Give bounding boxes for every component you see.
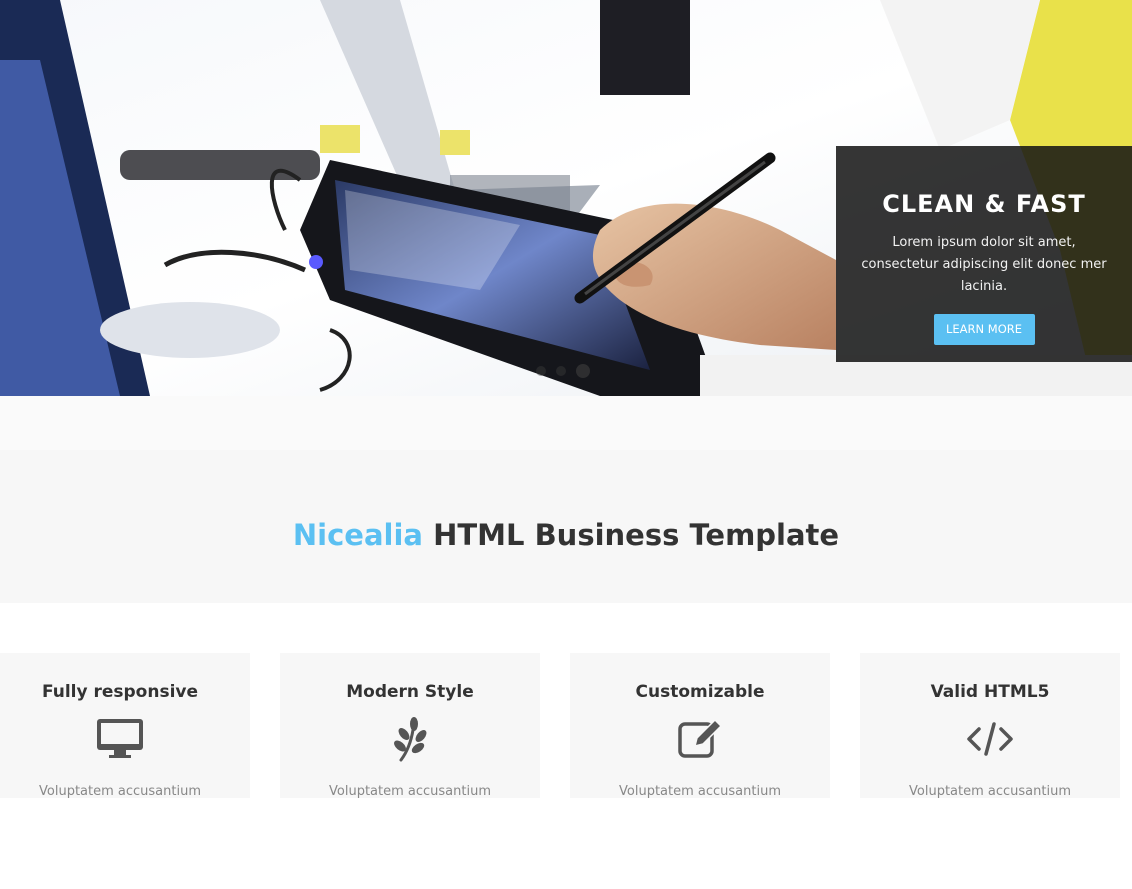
section-title-rest: HTML Business Template xyxy=(423,518,840,552)
slide-caption-title: CLEAN & FAST xyxy=(882,190,1086,218)
slide-caption: CLEAN & FAST Lorem ipsum dolor sit amet,… xyxy=(836,146,1132,362)
learn-more-button[interactable]: LEARN MORE xyxy=(933,314,1035,345)
feature-text: Voluptatem accusantium xyxy=(329,784,491,798)
leaf-icon xyxy=(394,717,427,762)
slider-dot-1[interactable] xyxy=(536,366,546,376)
feature-card-responsive: Fully responsive Voluptatem accusantium xyxy=(0,653,250,798)
feature-title: Valid HTML5 xyxy=(930,682,1050,702)
section-title-accent: Nicealia xyxy=(292,518,423,552)
slider-dot-3[interactable] xyxy=(576,364,590,378)
intro-section: Nicealia HTML Business Template xyxy=(0,450,1132,603)
feature-title: Fully responsive xyxy=(41,682,199,702)
slider-pagination xyxy=(536,364,590,378)
feature-card-modern-style: Modern Style Voluptatem accusantium xyxy=(280,653,540,798)
feature-title: Modern Style xyxy=(346,682,474,702)
slide-caption-text: Lorem ipsum dolor sit amet, consectetur … xyxy=(861,235,1107,294)
feature-text: Voluptatem accusantium xyxy=(909,784,1071,798)
feature-text: Voluptatem accusantium xyxy=(39,784,201,798)
hero-slider: CLEAN & FAST Lorem ipsum dolor sit amet,… xyxy=(0,0,1132,396)
slider-dot-2[interactable] xyxy=(556,366,566,376)
edit-icon xyxy=(678,718,723,758)
feature-text: Voluptatem accusantium xyxy=(619,784,781,798)
code-icon xyxy=(967,722,1013,756)
feature-card-valid-html5: Valid HTML5 Voluptatem accusantium xyxy=(860,653,1120,798)
section-title: Nicealia HTML Business Template xyxy=(0,518,1132,552)
feature-card-customizable: Customizable Voluptatem accusantium xyxy=(570,653,830,798)
section-spacer xyxy=(0,396,1132,450)
feature-title: Customizable xyxy=(635,682,765,702)
desktop-icon xyxy=(97,719,143,758)
